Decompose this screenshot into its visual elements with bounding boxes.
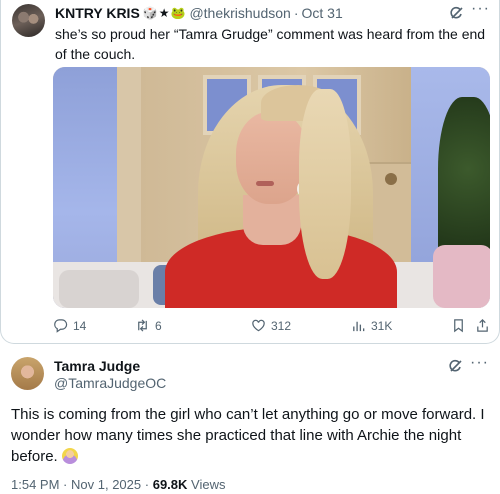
retweet-count: 6 [155,318,162,333]
like-count: 312 [271,318,292,333]
quoted-action-bar: 14 6 312 31K [53,318,493,338]
share-button[interactable] [475,318,490,333]
woman-tipping-hand-emoji [61,448,78,464]
grok-icon[interactable] [449,5,465,21]
quoted-author-avatar[interactable] [12,4,45,37]
tweet-meta: 1:54 PM · Nov 1, 2025 · 69.8K Views [11,477,226,492]
quoted-author-name[interactable]: KNTRY KRIS [55,5,140,21]
bookmark-icon [454,319,463,333]
quoted-tweet-card[interactable]: KNTRY KRIS 🎲★🐸 @thekrishudson · Oct 31 ·… [0,0,500,344]
views-icon [353,321,365,332]
quoted-tweet-image[interactable] [53,67,490,308]
like-icon [252,319,265,332]
reply-button[interactable]: 14 [53,318,86,333]
more-icon[interactable]: ··· [471,0,490,18]
more-icon[interactable]: ··· [470,354,489,372]
quoted-tweet-header: KNTRY KRIS 🎲★🐸 @thekrishudson · Oct 31 [55,4,343,22]
quoted-tweet-text: she’s so proud her “Tamra Grudge” commen… [55,26,486,62]
meta-separator: · [63,477,68,492]
tweet-date[interactable]: Nov 1, 2025 [71,477,141,492]
views-count: 31K [371,318,393,333]
views-button[interactable]: 31K [351,318,392,333]
meta-separator: · [144,477,150,492]
quoted-date[interactable]: Oct 31 [302,5,343,21]
reply-icon [54,319,68,333]
main-author-handle[interactable]: @TamraJudgeOC [54,375,166,391]
tweet-time[interactable]: 1:54 PM [11,477,59,492]
share-icon [477,319,488,332]
bookmark-button[interactable] [451,318,466,333]
retweet-icon [138,319,147,332]
tweet-views-label: Views [191,477,226,492]
quoted-author-handle[interactable]: @thekrishudson [189,5,290,21]
main-tweet-body: This is coming from the girl who can’t l… [11,406,485,465]
quoted-author-emoji: 🎲★🐸 [142,6,187,20]
main-author-name[interactable]: Tamra Judge [54,358,140,374]
quoted-separator: · [293,5,299,21]
reply-count: 14 [73,318,87,333]
like-button[interactable]: 312 [251,318,291,333]
main-tweet-text: This is coming from the girl who can’t l… [11,404,493,467]
grok-icon[interactable] [448,358,464,374]
retweet-button[interactable]: 6 [135,318,162,333]
tweet-views-count[interactable]: 69.8K [153,477,188,492]
main-author-avatar[interactable] [11,357,44,390]
